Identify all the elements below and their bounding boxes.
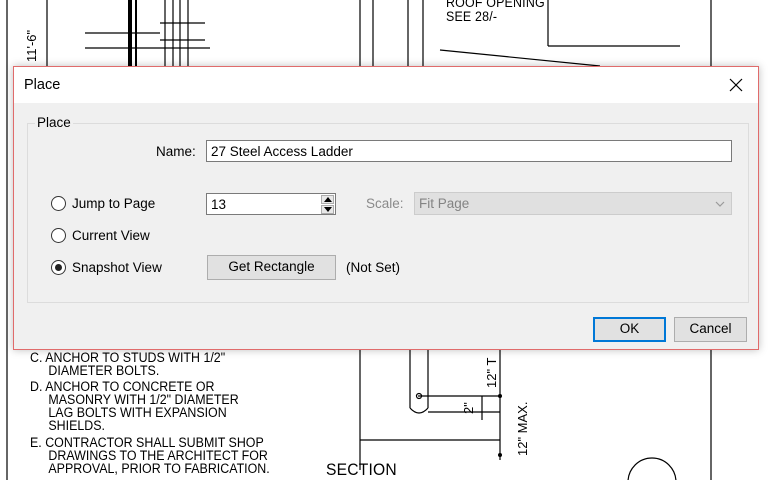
section-label: SECTION (326, 460, 397, 479)
jump-to-page-label[interactable]: Jump to Page (72, 196, 155, 211)
dimension-2: 2" (461, 402, 476, 414)
cancel-button[interactable]: Cancel (674, 317, 747, 342)
scale-label: Scale: (366, 196, 404, 211)
name-label: Name: (156, 144, 196, 159)
page-spinner[interactable] (320, 193, 336, 215)
dialog-title: Place (24, 77, 61, 93)
note-d: D. ANCHOR TO CONCRETE OR MASONRY WITH 1/… (30, 379, 239, 433)
dimension-12-max: 12" MAX. (515, 401, 530, 456)
place-groupbox-label: Place (35, 115, 73, 130)
see-reference-note: SEE 28/- (446, 9, 498, 24)
chevron-down-icon (715, 201, 725, 207)
dimension-12-top: 12" T (484, 357, 499, 388)
name-field[interactable] (206, 140, 732, 162)
roof-opening-note: ROOF OPENING (446, 0, 545, 10)
note-c: C. ANCHOR TO STUDS WITH 1/2" DIAMETER BO… (30, 350, 225, 378)
scale-select: Fit Page (414, 192, 732, 215)
note-c-line-2: DIAMETER BOLTS. (48, 363, 160, 378)
note-e: E. CONTRACTOR SHALL SUBMIT SHOP DRAWINGS… (30, 435, 270, 476)
snapshot-view-radio[interactable] (51, 260, 66, 275)
page-number-field[interactable] (206, 193, 321, 215)
note-d-line-4: SHIELDS. (48, 418, 106, 433)
snapshot-view-label[interactable]: Snapshot View (72, 260, 162, 275)
spinner-up-button[interactable] (321, 195, 334, 204)
note-d-letter: D. (30, 379, 43, 394)
spinner-down-button[interactable] (321, 205, 334, 214)
scale-select-value: Fit Page (419, 196, 470, 211)
arrow-down-icon (324, 207, 332, 212)
radio-selected-dot (55, 264, 62, 271)
ok-button[interactable]: OK (593, 317, 666, 342)
get-rectangle-button[interactable]: Get Rectangle (207, 255, 336, 280)
current-view-label[interactable]: Current View (72, 228, 150, 243)
rectangle-status: (Not Set) (346, 260, 401, 275)
note-e-letter: E. (30, 435, 42, 450)
current-view-radio[interactable] (51, 228, 66, 243)
dialog-titlebar[interactable]: Place (14, 67, 758, 103)
note-c-letter: C. (30, 350, 43, 365)
close-icon (729, 78, 743, 92)
arrow-up-icon (324, 197, 332, 202)
place-dialog: Place Place Name: Jump to Page Scale: Fi… (13, 66, 759, 350)
close-button[interactable] (714, 67, 758, 103)
jump-to-page-radio[interactable] (51, 196, 66, 211)
note-e-line-3: APPROVAL, PRIOR TO FABRICATION. (48, 461, 270, 476)
left-dimension: 11'-6" (24, 29, 39, 62)
